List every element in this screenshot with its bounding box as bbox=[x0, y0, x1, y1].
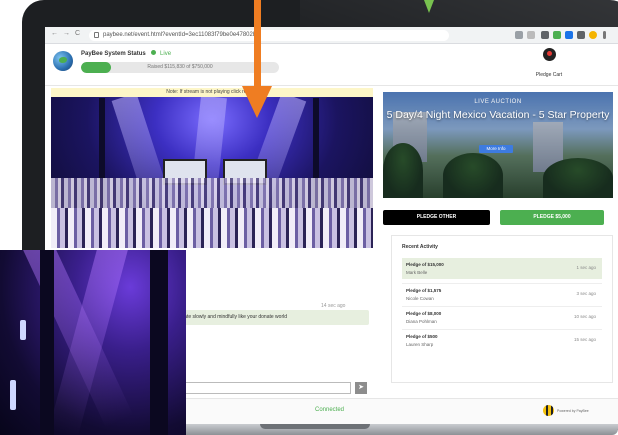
star-icon[interactable] bbox=[527, 31, 535, 39]
activity-row: Pledge of $8,000 Diana Pohlman 10 sec ag… bbox=[402, 307, 602, 328]
zoom-icon[interactable] bbox=[515, 31, 523, 39]
pledge-other-button[interactable]: PLEDGE OTHER bbox=[383, 210, 490, 225]
recent-activity-title: Recent Activity bbox=[402, 244, 438, 250]
activity-name: Mark Belle bbox=[406, 270, 428, 275]
system-status-label: PayBee System Status bbox=[81, 51, 146, 57]
activity-pledge: Pledge of $500 bbox=[406, 334, 438, 339]
back-icon[interactable]: ← bbox=[51, 30, 58, 37]
activity-time: 15 sec ago bbox=[573, 337, 596, 342]
event-tables bbox=[51, 208, 373, 248]
activity-pledge: Pledge of $1,575 bbox=[406, 288, 442, 293]
extension-icon[interactable] bbox=[541, 31, 549, 39]
activity-time: 3 sec ago bbox=[576, 291, 596, 296]
orange-arrow-head-icon bbox=[242, 86, 272, 118]
send-icon[interactable]: ➤ bbox=[355, 382, 367, 394]
orange-arrow-shaft bbox=[254, 0, 261, 88]
event-photo-inset bbox=[0, 250, 186, 435]
auction-item-image[interactable]: LIVE AUCTION 5 Day/4 Night Mexico Vacati… bbox=[383, 92, 613, 198]
carousel-dots bbox=[487, 188, 511, 192]
laptop-notch bbox=[260, 424, 370, 429]
system-status: PayBee System Status Live bbox=[81, 50, 171, 57]
auction-title: 5 Day/4 Night Mexico Vacation - 5 Star P… bbox=[386, 109, 610, 121]
stage: ← → C paybee.net/event.html?eventId=3ec1… bbox=[0, 0, 618, 435]
url-text: paybee.net/event.html?eventId=3ec11083f7… bbox=[103, 32, 260, 38]
live-dot-icon bbox=[151, 50, 157, 55]
more-info-button[interactable]: More Info bbox=[479, 145, 513, 153]
activity-row: Pledge of $1,575 Nicole Cowan 3 sec ago bbox=[402, 284, 602, 305]
browser-toolbar: ← → C paybee.net/event.html?eventId=3ec1… bbox=[45, 27, 618, 44]
laptop-base bbox=[170, 424, 618, 435]
activity-pledge: Pledge of $15,000 bbox=[406, 262, 444, 267]
puzzle-icon[interactable] bbox=[577, 31, 585, 39]
powered-by[interactable]: Powered by PayBee bbox=[543, 403, 603, 419]
activity-time: 1 sec ago bbox=[576, 265, 596, 270]
live-auction-label: LIVE AUCTION bbox=[474, 99, 522, 105]
connection-status: Connected bbox=[315, 407, 345, 413]
pledge-cart-button[interactable]: Pledge Cart bbox=[532, 46, 566, 82]
lock-icon bbox=[94, 32, 99, 38]
chat-timestamp: 14 sec ago bbox=[321, 303, 346, 309]
paybee-logo-icon bbox=[543, 405, 554, 416]
activity-pledge: Pledge of $8,000 bbox=[406, 311, 442, 316]
cart-icon bbox=[542, 48, 556, 61]
reload-icon[interactable]: C bbox=[75, 30, 80, 37]
chat-message: Donate slowly and mindfully like your do… bbox=[171, 310, 369, 325]
stage-light bbox=[10, 380, 16, 410]
live-label: Live bbox=[160, 51, 172, 57]
pledge-cart-label: Pledge Cart bbox=[535, 72, 563, 78]
logo-globe-icon[interactable] bbox=[53, 51, 73, 71]
stage-light bbox=[20, 320, 26, 340]
video-stream[interactable] bbox=[51, 97, 373, 248]
progress-label: Raised $115,830 of $750,000 bbox=[147, 64, 213, 70]
menu-icon[interactable] bbox=[603, 31, 606, 39]
green-arrow-icon bbox=[424, 0, 434, 13]
stream-note: Note: If stream is not playing click ref… bbox=[51, 88, 373, 97]
activity-name: Lauren Sharp bbox=[406, 342, 434, 347]
pledge-now-button[interactable]: PLEDGE $5,000 bbox=[500, 210, 604, 225]
stage-pillar bbox=[150, 250, 168, 435]
profile-avatar[interactable] bbox=[589, 31, 597, 39]
activity-row: Pledge of $500 Lauren Sharp 15 sec ago bbox=[402, 330, 602, 351]
address-bar[interactable]: paybee.net/event.html?eventId=3ec11083f7… bbox=[89, 30, 449, 41]
site-header: PayBee System Status Live Raised $115,83… bbox=[45, 44, 618, 86]
forward-icon[interactable]: → bbox=[63, 30, 70, 37]
activity-row: Pledge of $15,000 Mark Belle 1 sec ago bbox=[402, 258, 602, 279]
activity-time: 10 sec ago bbox=[573, 314, 596, 319]
fundraising-progress: Raised $115,830 of $750,000 bbox=[81, 62, 279, 73]
activity-name: Nicole Cowan bbox=[406, 296, 434, 301]
extension-green-icon[interactable] bbox=[553, 31, 561, 39]
recent-activity-panel: Recent Activity Pledge of $15,000 Mark B… bbox=[391, 235, 613, 383]
extension-blue-icon[interactable] bbox=[565, 31, 573, 39]
powered-by-text: Powered by PayBee bbox=[557, 409, 589, 413]
activity-name: Diana Pohlman bbox=[406, 319, 437, 324]
stage-pillar bbox=[40, 250, 54, 435]
